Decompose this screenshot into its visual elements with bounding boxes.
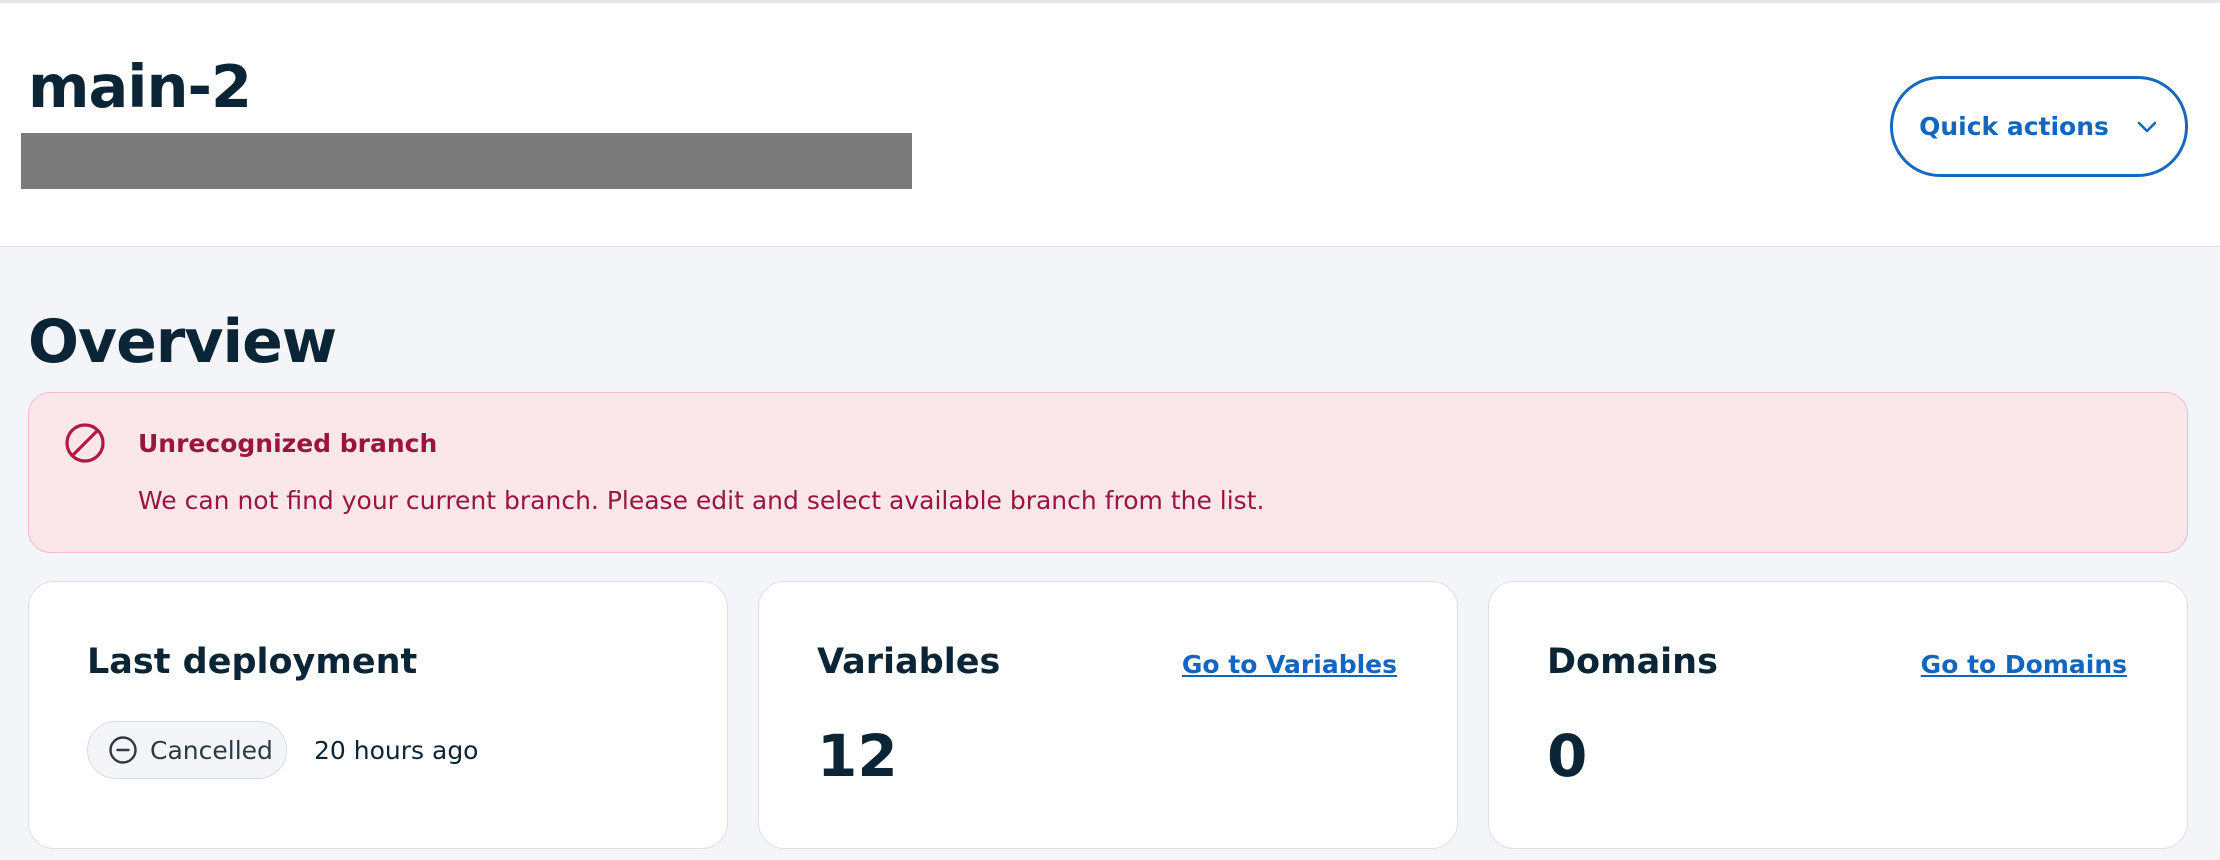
redacted-block (21, 133, 912, 189)
status-badge: Cancelled (87, 721, 287, 779)
domains-card: Domains Go to Domains 0 (1488, 581, 2188, 849)
last-deployment-card: Last deployment Cancelled 20 hours ago (28, 581, 728, 849)
page-title: main-2 (28, 52, 252, 121)
domains-title: Domains (1547, 642, 1718, 682)
variables-title: Variables (817, 642, 1001, 682)
deployment-time: 20 hours ago (314, 736, 479, 765)
quick-actions-button[interactable]: Quick actions (1890, 76, 2188, 177)
alert-message: We can not find your current branch. Ple… (138, 486, 1265, 515)
page-header: main-2 Quick actions (0, 3, 2220, 247)
domains-count: 0 (1547, 722, 1588, 790)
alert-title: Unrecognized branch (138, 429, 438, 458)
chevron-down-icon (2137, 121, 2157, 132)
status-label: Cancelled (150, 735, 273, 765)
overview-heading: Overview (28, 307, 337, 377)
minus-circle-icon (109, 736, 137, 764)
unrecognized-branch-alert: Unrecognized branch We can not find your… (28, 392, 2188, 553)
quick-actions-label: Quick actions (1919, 112, 2109, 141)
variables-card: Variables Go to Variables 12 (758, 581, 1458, 849)
go-to-variables-link[interactable]: Go to Variables (1182, 650, 1397, 679)
prohibited-icon (65, 423, 105, 463)
go-to-domains-link[interactable]: Go to Domains (1921, 650, 2127, 679)
variables-count: 12 (817, 722, 898, 790)
last-deployment-title: Last deployment (87, 642, 418, 682)
